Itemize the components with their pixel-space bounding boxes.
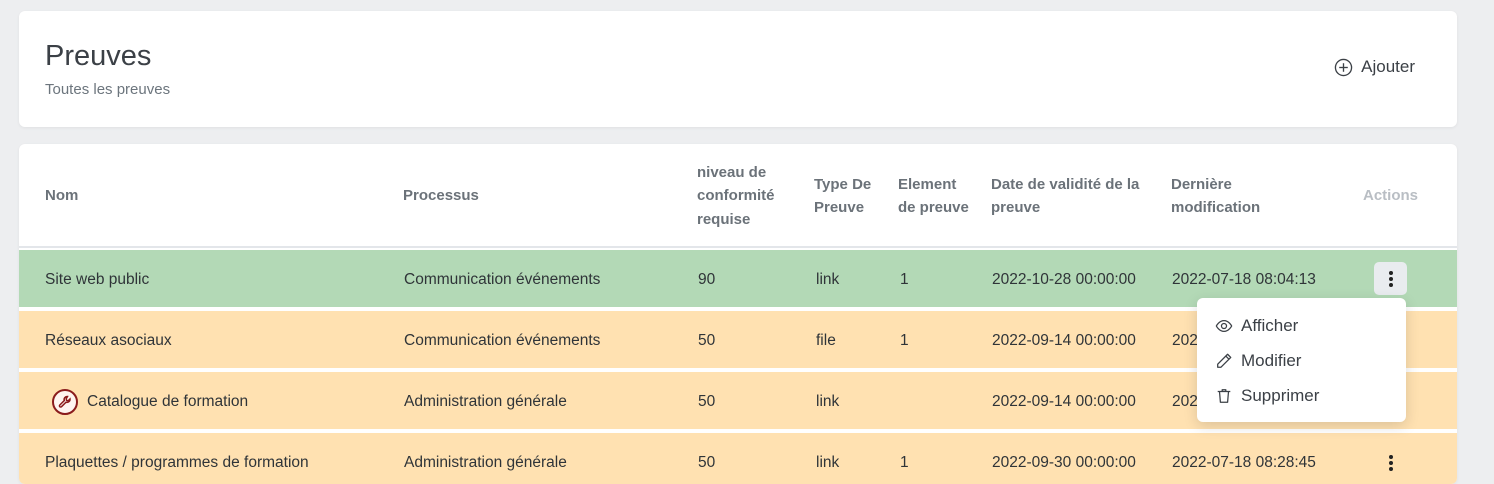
cell-validite: 2022-09-30 00:00:00 — [992, 453, 1136, 471]
add-button-label: Ajouter — [1361, 57, 1415, 76]
menu-item-afficher[interactable]: Afficher — [1197, 308, 1406, 343]
column-header-modification[interactable]: Dernière modification — [1171, 144, 1311, 248]
column-header-type[interactable]: Type De Preuve — [814, 144, 878, 248]
cell-processus: Administration générale — [404, 392, 567, 410]
pencil-icon — [1217, 353, 1232, 368]
cell-modification: 202 — [1172, 331, 1198, 349]
menu-item-label: Afficher — [1241, 315, 1299, 335]
cell-niveau: 50 — [698, 392, 716, 410]
column-header-element[interactable]: Element de preuve — [898, 144, 970, 248]
menu-item-label: Supprimer — [1241, 385, 1320, 405]
cell-modification: 202 — [1172, 392, 1198, 410]
cell-niveau: 50 — [698, 453, 716, 471]
row-actions-menu: Afficher Modifier Supprimer — [1197, 298, 1406, 422]
cell-validite: 2022-10-28 00:00:00 — [992, 270, 1136, 288]
row-actions-button[interactable] — [1374, 446, 1407, 479]
cell-modification: 2022-07-18 08:28:45 — [1172, 453, 1316, 471]
cell-processus: Administration générale — [404, 453, 567, 471]
cell-element: 1 — [900, 331, 909, 349]
add-button[interactable]: Ajouter — [1334, 57, 1415, 77]
menu-item-modifier[interactable]: Modifier — [1197, 343, 1406, 378]
row-actions-button[interactable] — [1374, 262, 1407, 295]
column-header-processus[interactable]: Processus — [403, 144, 479, 248]
cell-validite: 2022-09-14 00:00:00 — [992, 331, 1136, 349]
page-header: Preuves Toutes les preuves Ajouter — [19, 11, 1457, 127]
cell-nom: Plaquettes / programmes de formation — [45, 453, 309, 471]
cell-niveau: 90 — [698, 270, 716, 288]
column-header-nom[interactable]: Nom — [45, 144, 78, 248]
table-header: Nom Processus niveau de conformité requi… — [19, 144, 1457, 248]
column-header-niveau[interactable]: niveau de conformité requise — [697, 144, 797, 248]
cell-element: 1 — [900, 453, 909, 471]
cell-nom: Catalogue de formation — [52, 372, 248, 431]
cell-nom: Site web public — [45, 270, 150, 288]
cell-type: file — [816, 331, 836, 349]
menu-item-label: Modifier — [1241, 350, 1302, 370]
menu-item-supprimer[interactable]: Supprimer — [1197, 378, 1406, 413]
cell-type: link — [816, 453, 840, 471]
plus-circle-icon — [1334, 58, 1353, 76]
cell-nom-label: Catalogue de formation — [87, 392, 249, 410]
cell-processus: Communication événements — [404, 331, 601, 349]
page-title: Preuves — [45, 40, 152, 72]
more-vertical-icon — [1388, 270, 1393, 287]
wrench-warning-icon — [52, 388, 78, 415]
cell-type: link — [816, 270, 840, 288]
cell-validite: 2022-09-14 00:00:00 — [992, 392, 1136, 410]
cell-element: 1 — [900, 270, 909, 288]
column-header-validite[interactable]: Date de validité de la preuve — [991, 144, 1153, 248]
cell-processus: Communication événements — [404, 270, 601, 288]
more-vertical-icon — [1388, 454, 1393, 471]
page-subtitle: Toutes les preuves — [45, 81, 171, 98]
column-header-actions: Actions — [1363, 187, 1419, 205]
table-row[interactable]: Plaquettes / programmes de formation Adm… — [19, 433, 1457, 484]
eye-icon — [1215, 319, 1233, 332]
trash-icon — [1217, 388, 1231, 403]
cell-nom: Réseaux asociaux — [45, 331, 172, 349]
cell-type: link — [816, 392, 840, 410]
cell-niveau: 50 — [698, 331, 716, 349]
